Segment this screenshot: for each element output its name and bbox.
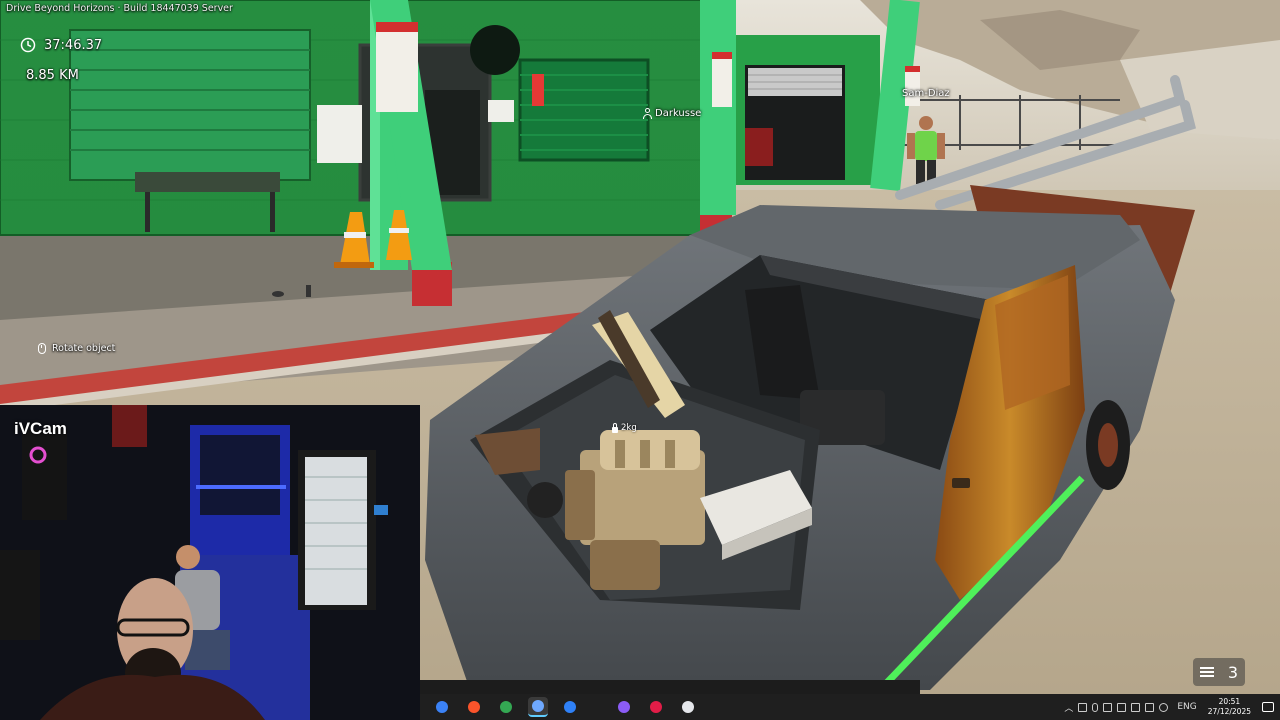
mouse-icon xyxy=(38,343,46,354)
taskbar-apps xyxy=(420,697,698,717)
volume-icon[interactable] xyxy=(1159,702,1169,712)
taskbar-app-button[interactable] xyxy=(678,697,698,717)
inventory-icon xyxy=(1199,667,1214,677)
webcam-feed xyxy=(0,405,420,720)
taskbar-app-button[interactable] xyxy=(432,697,452,717)
build-label: Drive Beyond Horizons · Build 18447039 S… xyxy=(6,3,233,14)
system-tray: ︿ ENG 20:51 27/12/2025 xyxy=(1064,694,1274,720)
taskbar-app-button[interactable] xyxy=(560,697,580,717)
app-blue-icon xyxy=(564,701,576,713)
person-icon xyxy=(643,108,652,119)
tray-app-icon-3[interactable] xyxy=(1117,702,1127,712)
player-name: Darkusse xyxy=(655,108,702,119)
monitor-app-icon xyxy=(532,700,544,712)
taskbar-app-button[interactable] xyxy=(528,697,548,717)
timer-display: 37:46.37 xyxy=(20,37,102,53)
clock-icon xyxy=(20,37,36,53)
tray-app-icon[interactable] xyxy=(1078,702,1088,712)
inventory-counter[interactable]: 3 xyxy=(1193,658,1245,686)
chevron-up-icon[interactable]: ︿ xyxy=(1064,701,1073,714)
unreal-icon xyxy=(682,701,694,713)
taskbar-app-button[interactable] xyxy=(464,697,484,717)
chrome-icon xyxy=(500,701,512,713)
lock-icon xyxy=(612,422,618,433)
timer-value: 37:46.37 xyxy=(44,37,103,53)
webcam-label: iVCam xyxy=(14,419,67,438)
obs-like-icon xyxy=(618,701,630,713)
player-tag-darkusse: Darkusse xyxy=(643,108,701,119)
clock-date: 27/12/2025 xyxy=(1207,707,1251,716)
rotate-object-hint: Rotate object xyxy=(38,343,115,354)
player-tag-sam-diaz: Sam-Diaz xyxy=(902,88,950,99)
taskbar-app-button[interactable] xyxy=(646,697,666,717)
ivcam-icon xyxy=(436,701,448,713)
taskbar: ︿ ENG 20:51 27/12/2025 xyxy=(420,694,1280,720)
rotate-hint-label: Rotate object xyxy=(52,343,116,354)
brave-icon xyxy=(468,701,480,713)
player-name: Sam-Diaz xyxy=(902,88,950,99)
taskbar-app-button[interactable] xyxy=(614,697,634,717)
webcam-overlay: iVCam xyxy=(0,405,420,720)
distance-display: 8.85 KM xyxy=(26,68,79,83)
network-icon[interactable] xyxy=(1145,702,1155,712)
language-indicator[interactable]: ENG xyxy=(1177,702,1196,712)
notification-icon[interactable] xyxy=(1262,702,1274,712)
taskbar-app-button[interactable] xyxy=(496,697,516,717)
object-weight-label: 2kg xyxy=(612,422,637,433)
microphone-icon[interactable] xyxy=(1092,702,1099,712)
clock-time: 20:51 xyxy=(1218,697,1241,706)
tray-app-icon-2[interactable] xyxy=(1103,702,1113,712)
display-icon[interactable] xyxy=(1131,702,1141,712)
inventory-count: 3 xyxy=(1227,662,1239,682)
record-icon xyxy=(650,701,662,713)
weight-value: 2kg xyxy=(621,423,637,433)
taskbar-clock[interactable]: 20:51 27/12/2025 xyxy=(1208,697,1251,717)
